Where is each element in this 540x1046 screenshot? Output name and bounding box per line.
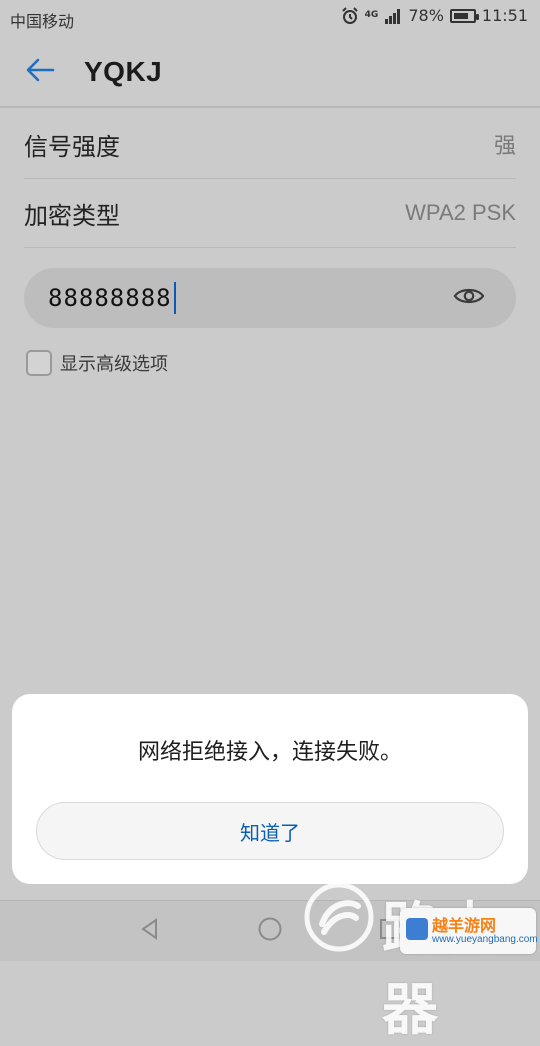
password-text: 88888888 xyxy=(48,284,172,312)
page-title: YQKJ xyxy=(84,56,163,87)
alarm-icon xyxy=(341,6,359,25)
watermark-badge: 越羊游网 www.yueyangbang.com xyxy=(400,908,538,954)
clock: 11:51 xyxy=(481,6,528,25)
signal-strength-value: 强 xyxy=(493,133,516,158)
nav-back-button[interactable] xyxy=(134,915,166,947)
show-password-toggle[interactable] xyxy=(452,284,486,312)
watermark: 路由器 越羊游网 www.yueyangbang.com xyxy=(280,876,540,1043)
carrier-name: 中国移动 xyxy=(10,12,75,31)
battery-icon xyxy=(449,8,479,23)
watermark-logo-icon xyxy=(304,882,374,952)
badge-house-icon xyxy=(406,918,428,940)
arrow-left-icon xyxy=(25,57,55,87)
eye-icon xyxy=(453,285,485,311)
dialog-message: 网络拒绝接入，连接失败。 xyxy=(137,740,402,765)
badge-title: 越羊游网 xyxy=(432,916,497,935)
connection-failed-dialog: 网络拒绝接入，连接失败。 知道了 xyxy=(12,694,528,884)
signal-strength-label: 信号强度 xyxy=(24,132,120,161)
password-input[interactable]: 88888888 xyxy=(24,268,516,328)
network-type: 4G xyxy=(364,10,379,20)
detail-row-security: 加密类型 WPA2 PSK xyxy=(24,179,516,248)
battery-percent: 78% xyxy=(408,6,444,25)
advanced-options[interactable]: 显示高级选项 xyxy=(26,350,168,376)
dialog-ok-button[interactable]: 知道了 xyxy=(36,802,504,860)
security-type-label: 加密类型 xyxy=(24,201,120,230)
battery-fill xyxy=(453,12,468,19)
status-icons: 4G 78% 11:51 xyxy=(341,6,528,25)
back-triangle-icon xyxy=(138,917,162,945)
advanced-options-checkbox[interactable] xyxy=(26,350,52,376)
status-bar: 中国移动 4G 78% 11:51 xyxy=(0,0,540,36)
signal-icon xyxy=(384,7,402,25)
advanced-options-label: 显示高级选项 xyxy=(60,354,168,375)
detail-row-signal: 信号强度 强 xyxy=(24,110,516,179)
back-button[interactable] xyxy=(22,54,58,90)
security-type-value: WPA2 PSK xyxy=(405,200,516,225)
text-cursor xyxy=(174,282,176,314)
app-bar: YQKJ xyxy=(0,36,540,108)
badge-url: www.yueyangbang.com xyxy=(432,934,538,945)
